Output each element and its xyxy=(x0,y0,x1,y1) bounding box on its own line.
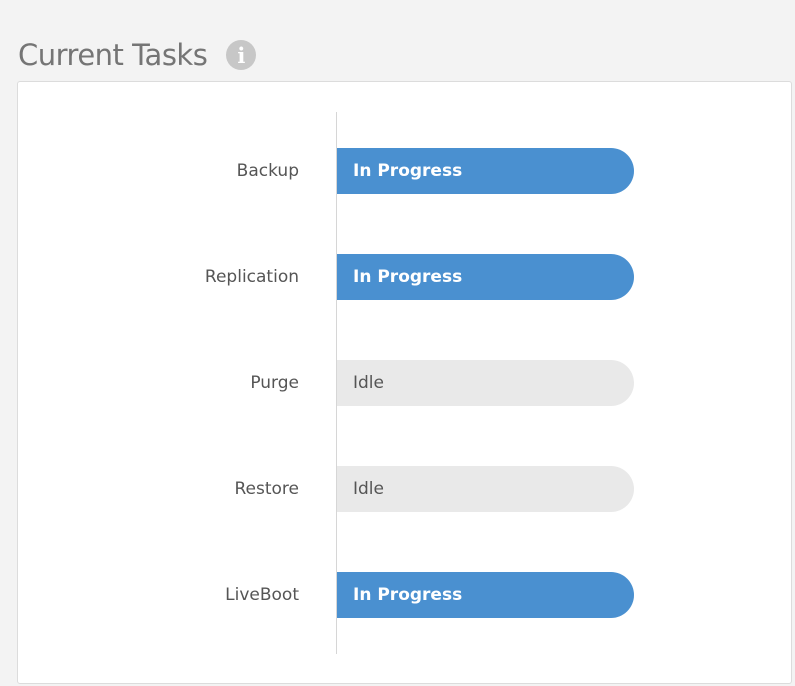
task-row-restore: Restore Idle xyxy=(18,466,791,512)
panel-header: Current Tasks i xyxy=(18,30,257,80)
tasks-card: Backup In Progress Replication In Progre… xyxy=(17,81,792,684)
task-row-backup: Backup In Progress xyxy=(18,148,791,194)
task-label: Purge xyxy=(250,373,299,393)
task-row-liveboot: LiveBoot In Progress xyxy=(18,572,791,618)
info-icon[interactable]: i xyxy=(226,40,257,70)
task-label: Restore xyxy=(234,479,299,499)
task-status-bar[interactable]: In Progress xyxy=(337,572,634,618)
task-row-replication: Replication In Progress xyxy=(18,254,791,300)
task-label: Replication xyxy=(204,267,299,287)
task-label: Backup xyxy=(236,161,299,181)
task-status-bar[interactable]: In Progress xyxy=(337,254,634,300)
task-status-bar[interactable]: Idle xyxy=(337,466,634,512)
task-status-bar[interactable]: Idle xyxy=(337,360,634,406)
task-status-bar[interactable]: In Progress xyxy=(337,148,634,194)
panel-title: Current Tasks xyxy=(18,38,208,72)
task-row-purge: Purge Idle xyxy=(18,360,791,406)
task-label: LiveBoot xyxy=(225,585,299,605)
